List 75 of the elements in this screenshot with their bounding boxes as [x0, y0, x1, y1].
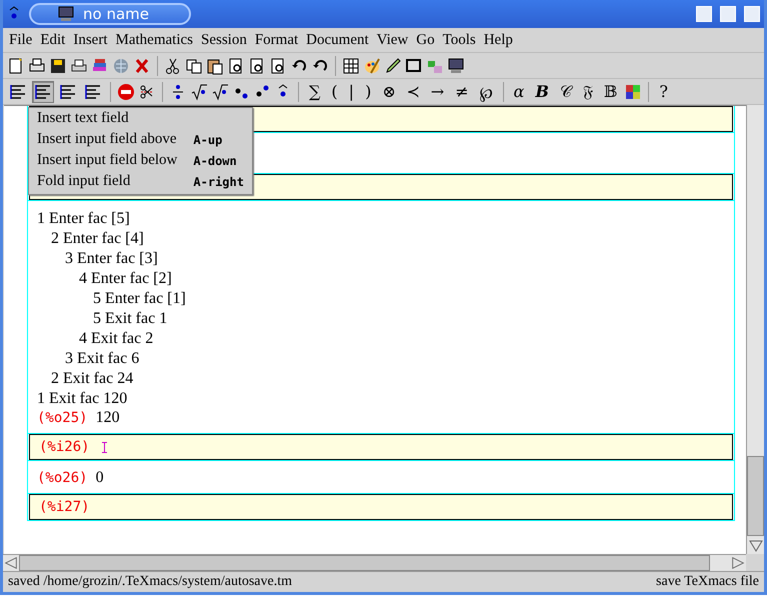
- shortcut-label: A-down: [193, 154, 238, 168]
- shortcut-label: A-up: [193, 133, 224, 147]
- menu-item[interactable]: Help: [480, 32, 517, 48]
- output-prompt: (%o26): [37, 470, 88, 486]
- font-button[interactable]: 𝔹: [600, 82, 622, 101]
- palette-icon[interactable]: [363, 56, 381, 74]
- symbol-button[interactable]: (: [327, 82, 342, 101]
- trace-line: 2 Enter fac [4]: [51, 229, 145, 249]
- save-icon[interactable]: [49, 56, 67, 74]
- font-button[interactable]: 𝔉: [578, 82, 597, 101]
- scroll-left-icon[interactable]: [3, 555, 19, 571]
- trace-line: 1 Enter fac [5]: [37, 209, 131, 229]
- symbol-button[interactable]: ≺: [402, 82, 424, 101]
- copy-icon[interactable]: [185, 56, 203, 74]
- menu-entry[interactable]: Insert input field below: [29, 152, 178, 170]
- input-prompt: (%i27): [39, 499, 90, 515]
- menu-item[interactable]: View: [372, 32, 412, 48]
- trace-line: 4 Exit fac 2: [79, 329, 154, 349]
- square-root-icon[interactable]: [190, 82, 208, 100]
- menu-item[interactable]: Go: [412, 32, 439, 48]
- trace-line: 5 Enter fac [1]: [93, 289, 187, 309]
- pen-icon[interactable]: [384, 56, 402, 74]
- status-message: save TeXmacs file: [656, 574, 759, 590]
- status-text: saved /home/grozin/.TeXmacs/system/autosave.tm: [8, 574, 292, 590]
- menu-item[interactable]: Insert: [69, 32, 112, 48]
- menu-item[interactable]: Session: [196, 32, 251, 48]
- symbol-button[interactable]: ⊗: [378, 82, 400, 101]
- stop-icon[interactable]: [117, 82, 135, 100]
- scroll-thumb[interactable]: [747, 456, 764, 536]
- font-button[interactable]: α: [510, 82, 528, 101]
- shortcut-label: A-right: [193, 175, 245, 189]
- input-field[interactable]: (%i26): [29, 434, 733, 460]
- output-value: 120: [96, 409, 120, 427]
- font-button[interactable]: 𝒞: [556, 82, 576, 101]
- trace-line: 3 Enter fac [3]: [65, 249, 159, 269]
- symbol-button[interactable]: ∑: [305, 82, 324, 101]
- trace-line: 3 Exit fac 6: [65, 349, 140, 369]
- symbol-button[interactable]: ≠: [451, 82, 473, 101]
- monitor-icon[interactable]: [447, 56, 465, 74]
- menu-item[interactable]: Edit: [36, 32, 70, 48]
- trace-line: 5 Exit fac 1: [93, 309, 168, 329]
- menu-entry[interactable]: Insert input field above: [29, 131, 178, 149]
- menu-item[interactable]: File: [5, 32, 36, 48]
- symbol-button[interactable]: |: [344, 82, 358, 101]
- app-icon: [57, 5, 75, 23]
- help-button[interactable]: ?: [655, 82, 672, 101]
- scroll-right-icon[interactable]: [730, 555, 746, 571]
- window-title: no name: [83, 5, 149, 23]
- table-icon[interactable]: [342, 56, 360, 74]
- window-icon[interactable]: [405, 56, 423, 74]
- menu-item[interactable]: Format: [250, 32, 302, 48]
- menu-item[interactable]: Mathematics: [112, 32, 197, 48]
- symbol-button[interactable]: ℘: [476, 80, 497, 102]
- menu-item[interactable]: Tools: [438, 32, 480, 48]
- menu-entry[interactable]: Insert text field: [29, 110, 178, 128]
- output-prompt: (%o25): [37, 410, 88, 426]
- symbol-button[interactable]: ): [361, 82, 376, 101]
- color-grid-icon[interactable]: [624, 82, 642, 100]
- nth-root-icon[interactable]: [211, 82, 229, 100]
- align-button[interactable]: [32, 80, 54, 102]
- cross-icon[interactable]: [133, 56, 151, 74]
- vertical-scrollbar[interactable]: [746, 105, 764, 554]
- printer-icon[interactable]: [70, 56, 88, 74]
- input-field[interactable]: (%i27): [29, 494, 733, 520]
- trace-line: 2 Exit fac 24: [51, 369, 134, 389]
- input-prompt: (%i26): [39, 439, 90, 455]
- output-value: 0: [96, 469, 104, 487]
- font-button[interactable]: B: [531, 82, 553, 101]
- symbol-button[interactable]: →: [426, 82, 448, 101]
- cut-icon[interactable]: [164, 56, 182, 74]
- trace-line: 1 Exit fac 120: [37, 389, 128, 409]
- menu-entry[interactable]: Fold input field: [29, 173, 178, 191]
- trace-line: 4 Enter fac [2]: [79, 269, 173, 289]
- paste-icon[interactable]: [206, 56, 224, 74]
- menu-item[interactable]: Document: [302, 32, 373, 48]
